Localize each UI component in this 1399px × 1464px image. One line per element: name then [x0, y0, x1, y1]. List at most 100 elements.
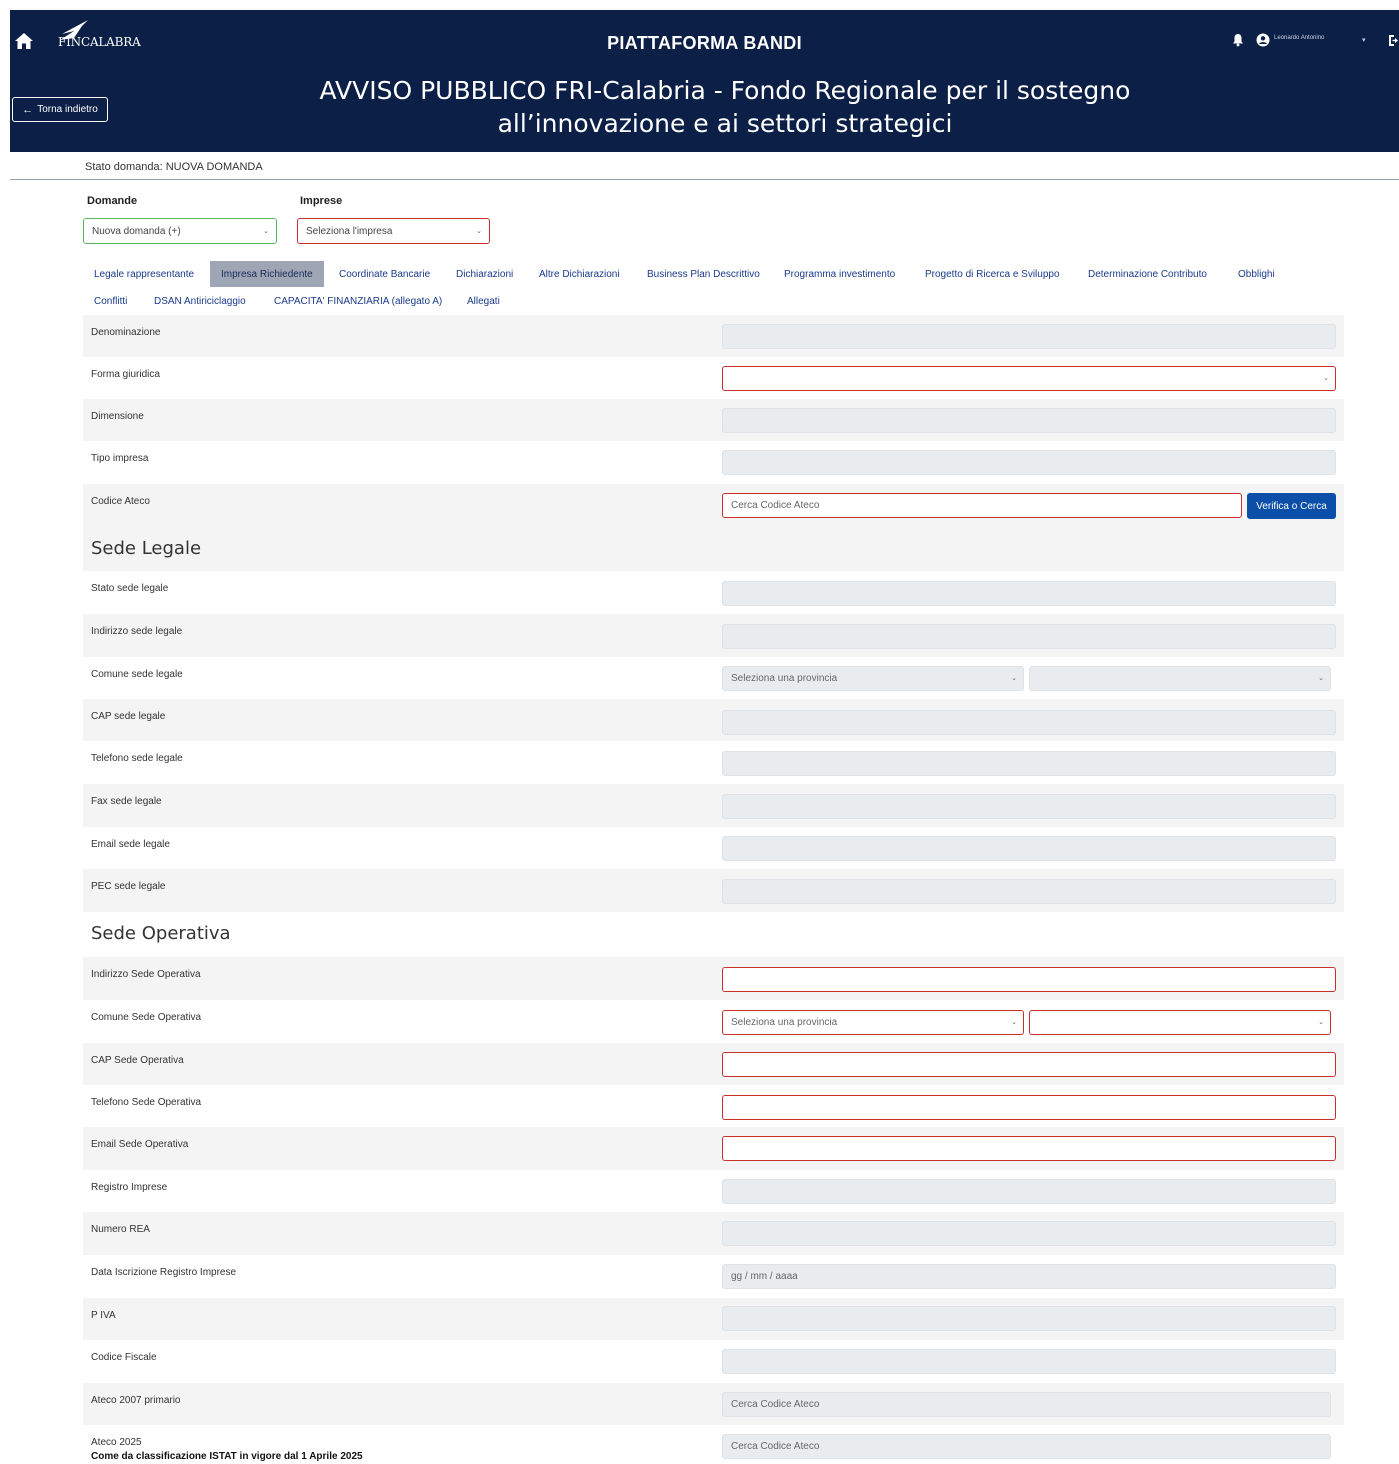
row-data-iscrizione: Data Iscrizione Registro Imprese gg / mm… — [83, 1255, 1344, 1298]
dimensione-input[interactable] — [722, 408, 1336, 433]
chevron-down-icon: ⌄ — [263, 228, 269, 235]
tab-obblighi[interactable]: Obblighi — [1227, 261, 1286, 287]
chevron-down-icon: ⌄ — [1011, 1019, 1017, 1026]
comune-sede-operativa-label: Comune Sede Operativa — [91, 1012, 202, 1023]
tab-progetto-ricerca[interactable]: Progetto di Ricerca e Sviluppo — [914, 261, 1071, 287]
cap-sede-legale-input[interactable] — [722, 710, 1336, 735]
tab-dichiarazioni[interactable]: Dichiarazioni — [445, 261, 524, 287]
p-iva-label: P IVA — [91, 1310, 116, 1321]
row-codice-ateco: Codice Ateco Cerca Codice Ateco Verifica… — [83, 484, 1344, 527]
codice-ateco-placeholder: Cerca Codice Ateco — [731, 500, 820, 511]
row-email-sede-legale: Email sede legale — [83, 827, 1344, 869]
row-ateco-2025: Ateco 2025 Come da classificazione ISTAT… — [83, 1425, 1344, 1464]
tab-altre-dichiarazioni[interactable]: Altre Dichiarazioni — [528, 261, 631, 287]
cap-sede-operativa-input[interactable] — [722, 1052, 1336, 1077]
tab-capacita-finanziaria[interactable]: CAPACITA' FINANZIARIA (allegato A) — [263, 288, 453, 314]
row-forma-giuridica: Forma giuridica ⌄ — [83, 357, 1344, 399]
cap-sede-operativa-label: CAP Sede Operativa — [91, 1055, 184, 1066]
chevron-down-icon: ⌄ — [476, 228, 482, 235]
tab-coordinate-bancarie[interactable]: Coordinate Bancarie — [328, 261, 441, 287]
ateco-2007-placeholder: Cerca Codice Ateco — [731, 1399, 820, 1410]
tab-impresa-richiedente[interactable]: Impresa Richiedente — [210, 261, 324, 287]
provincia-placeholder: Seleziona una provincia — [731, 1017, 838, 1028]
ateco-2025-title: Ateco 2025 — [91, 1437, 142, 1448]
pec-sede-legale-input[interactable] — [722, 879, 1336, 904]
codice-ateco-input[interactable]: Cerca Codice Ateco — [722, 493, 1242, 518]
back-button-label: Torna indietro — [37, 104, 98, 115]
tab-allegati[interactable]: Allegati — [456, 288, 511, 314]
logout-icon[interactable] — [1388, 34, 1399, 47]
indirizzo-sede-operativa-input[interactable] — [722, 967, 1336, 992]
provincia-placeholder: Seleziona una provincia — [731, 673, 838, 684]
user-icon[interactable] — [1256, 33, 1270, 47]
section-sede-legale: Sede Legale — [83, 527, 1344, 571]
row-email-sede-operativa: Email Sede Operativa — [83, 1127, 1344, 1170]
codice-fiscale-input[interactable] — [722, 1349, 1336, 1374]
fax-sede-legale-input[interactable] — [722, 794, 1336, 819]
email-sede-operativa-label: Email Sede Operativa — [91, 1139, 189, 1150]
chevron-down-icon: ⌄ — [1318, 1019, 1324, 1026]
section-title: Sede Operativa — [91, 923, 231, 944]
data-iscrizione-input[interactable]: gg / mm / aaaa — [722, 1264, 1336, 1289]
telefono-sede-legale-input[interactable] — [722, 751, 1336, 776]
telefono-sede-legale-label: Telefono sede legale — [91, 753, 183, 764]
tab-dsan-antiriciclaggio[interactable]: DSAN Antiriciclaggio — [143, 288, 257, 314]
section-sede-operativa: Sede Operativa — [83, 912, 1344, 957]
forma-giuridica-select[interactable]: ⌄ — [722, 366, 1336, 391]
page-title-line-1: AVVISO PUBBLICO FRI-Calabria - Fondo Reg… — [319, 76, 1131, 105]
provincia-sede-legale-select[interactable]: Seleziona una provincia ⌄ — [722, 666, 1024, 691]
data-iscrizione-label: Data Iscrizione Registro Imprese — [91, 1267, 237, 1278]
verifica-button[interactable]: Verifica o Cerca — [1247, 493, 1336, 519]
tab-business-plan[interactable]: Business Plan Descrittivo — [636, 261, 771, 287]
provincia-sede-operativa-select[interactable]: Seleziona una provincia ⌄ — [722, 1010, 1024, 1035]
imprese-select-value: Seleziona l'impresa — [306, 225, 393, 237]
page-title: AVVISO PUBBLICO FRI-Calabria - Fondo Reg… — [260, 74, 1190, 140]
email-sede-legale-input[interactable] — [722, 836, 1336, 861]
email-sede-operativa-input[interactable] — [722, 1136, 1336, 1161]
tab-programma-investimento[interactable]: Programma investimento — [773, 261, 906, 287]
ateco-2025-label: Ateco 2025 Come da classificazione ISTAT… — [91, 1437, 363, 1462]
indirizzo-sede-legale-input[interactable] — [722, 624, 1336, 649]
row-codice-fiscale: Codice Fiscale — [83, 1340, 1344, 1383]
tipo-impresa-label: Tipo impresa — [91, 453, 149, 464]
email-sede-legale-label: Email sede legale — [91, 839, 170, 850]
back-button[interactable]: ← Torna indietro — [12, 97, 108, 122]
denominazione-input[interactable] — [722, 324, 1336, 349]
domande-select[interactable]: Nuova domanda (+) ⌄ — [83, 218, 277, 244]
chevron-down-icon[interactable]: ▾ — [1362, 36, 1366, 44]
row-dimensione: Dimensione — [83, 399, 1344, 441]
row-indirizzo-sede-operativa: Indirizzo Sede Operativa — [83, 957, 1344, 1000]
section-title: Sede Legale — [91, 538, 202, 559]
telefono-sede-operativa-label: Telefono Sede Operativa — [91, 1097, 202, 1108]
imprese-select[interactable]: Seleziona l'impresa ⌄ — [297, 218, 490, 244]
application-status: Stato domanda: NUOVA DOMANDA — [85, 161, 263, 173]
row-comune-sede-legale: Comune sede legale Seleziona una provinc… — [83, 657, 1344, 699]
cap-sede-legale-label: CAP sede legale — [91, 711, 166, 722]
tab-conflitti[interactable]: Conflitti — [83, 288, 138, 314]
bell-icon[interactable] — [1231, 33, 1245, 47]
indirizzo-sede-operativa-label: Indirizzo Sede Operativa — [91, 969, 201, 980]
tab-determinazione-contributo[interactable]: Determinazione Contributo — [1077, 261, 1218, 287]
tab-legale-rappresentante[interactable]: Legale rappresentante — [83, 261, 205, 287]
stato-sede-legale-input[interactable] — [722, 581, 1336, 606]
chevron-down-icon: ⌄ — [1011, 675, 1017, 682]
ateco-2025-input[interactable]: Cerca Codice Ateco — [722, 1434, 1331, 1459]
denominazione-label: Denominazione — [91, 327, 161, 338]
chevron-down-icon: ⌄ — [1323, 375, 1329, 382]
indirizzo-sede-legale-label: Indirizzo sede legale — [91, 626, 183, 637]
numero-rea-input[interactable] — [722, 1221, 1336, 1246]
user-name[interactable]: Leonardo Antonino — [1274, 35, 1324, 41]
telefono-sede-operativa-input[interactable] — [722, 1095, 1336, 1120]
row-cap-sede-operativa: CAP Sede Operativa — [83, 1043, 1344, 1085]
tipo-impresa-input[interactable] — [722, 450, 1336, 475]
comune-sede-legale-select[interactable]: ⌄ — [1029, 666, 1331, 691]
ateco-2007-input[interactable]: Cerca Codice Ateco — [722, 1392, 1331, 1417]
codice-fiscale-label: Codice Fiscale — [91, 1352, 157, 1363]
row-stato-sede-legale: Stato sede legale — [83, 571, 1344, 614]
comune-sede-operativa-select[interactable]: ⌄ — [1029, 1010, 1331, 1035]
p-iva-input[interactable] — [722, 1306, 1336, 1331]
numero-rea-label: Numero REA — [91, 1224, 150, 1235]
forma-giuridica-label: Forma giuridica — [91, 369, 160, 380]
row-telefono-sede-legale: Telefono sede legale — [83, 741, 1344, 784]
registro-imprese-input[interactable] — [722, 1179, 1336, 1204]
